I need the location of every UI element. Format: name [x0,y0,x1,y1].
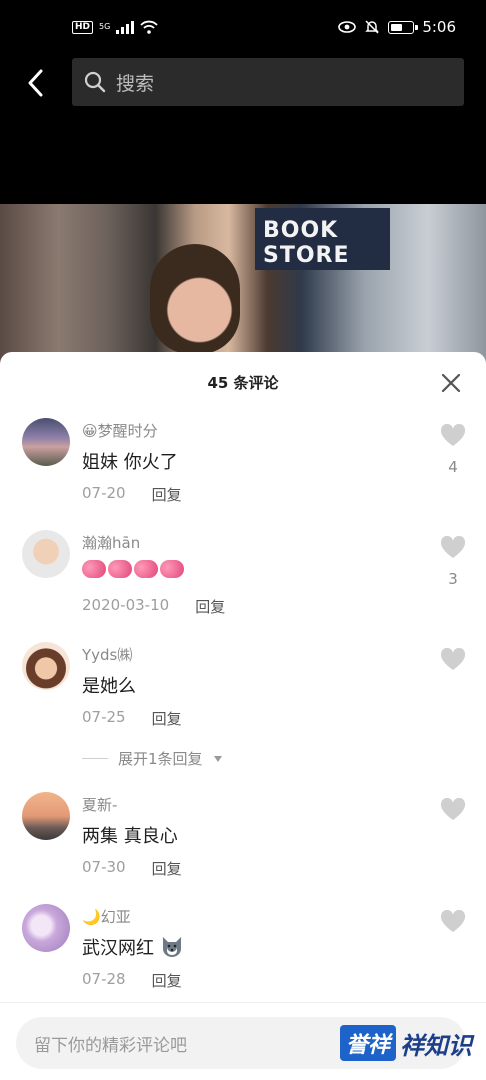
comment-item: 🌙幻亚 武汉网红 07-28 回复 [0,904,486,1014]
like-button[interactable] [440,909,466,938]
sheet-title: 45 条评论 [207,374,279,392]
comment-item: 😀梦醒时分 姐妹 你火了 07-20 回复 4 [0,418,486,528]
close-button[interactable] [438,370,464,396]
emoji-grin: 😀 [82,422,98,440]
avatar[interactable] [22,530,70,578]
like-count: 3 [448,570,458,588]
mute-bell-icon [365,20,380,34]
husky-emoji-icon [162,937,181,957]
like-button[interactable]: 3 [440,535,466,588]
emoji-666 [82,560,184,578]
top-bar: 搜索 [0,50,486,116]
search-input[interactable]: 搜索 [72,58,464,106]
heart-icon [440,797,466,820]
comment-text: 武汉网红 [82,934,184,960]
hd-badge: HD [72,20,94,34]
heart-icon [440,423,466,446]
comment-text [82,560,184,583]
divider [82,758,108,759]
caret-down-icon [213,755,222,762]
comment-input-placeholder: 留下你的精彩评论吧 [34,1035,187,1056]
reply-button[interactable]: 回复 [152,858,182,879]
expand-replies-button[interactable]: 展开1条回复 [82,748,223,769]
status-bar: HD 5G 5:06 [0,0,486,50]
comment-meta: 07-25 回复 [82,708,182,729]
comment-meta: 2020-03-10 回复 [82,596,225,617]
wifi-icon [140,20,158,34]
emoji-moon: 🌙 [82,908,101,926]
comment-text: 两集 真良心 [82,826,178,847]
close-icon [441,373,461,393]
like-count: 4 [448,458,458,476]
comment-username[interactable]: 瀚瀚hān [82,532,140,553]
shop-sign-image: BOOK STORE [255,208,390,270]
comment-date: 07-30 [82,858,126,876]
clock: 5:06 [422,18,456,36]
avatar[interactable] [22,642,70,690]
heart-icon [440,909,466,932]
username-text: 梦醒时分 [97,422,158,440]
avatar[interactable] [22,792,70,840]
reply-button[interactable]: 回复 [195,596,225,617]
bottom-bar: 留下你的精彩评论吧 誉祥 祥知识 [0,1002,486,1080]
status-left: HD 5G [72,20,158,34]
watermark-text: 祥知识 [400,1031,472,1060]
chevron-left-icon [28,69,43,97]
battery-icon [388,20,419,34]
comment-text: 姐妹 你火了 [82,452,178,473]
comment-item: 瀚瀚hān 2020-03-10 回复 3 [0,530,486,640]
heart-icon [440,535,466,558]
comment-username[interactable]: 😀梦醒时分 [82,420,158,441]
status-right: 5:06 [338,18,456,36]
like-button[interactable]: 4 [440,423,466,476]
comment-item: Yyds㈱ 是她么 07-25 回复 [0,642,486,752]
expand-label: 展开1条回复 [118,750,203,768]
comment-sheet: 45 条评论 😀梦醒时分 姐妹 你火了 07-20 回复 4 瀚瀚hān 202… [0,352,486,1080]
comment-date: 07-20 [82,484,126,502]
search-placeholder: 搜索 [116,72,155,95]
comment-item: 夏新- 两集 真良心 07-30 回复 [0,792,486,902]
back-button[interactable] [18,64,52,102]
heart-icon [440,647,466,670]
like-button[interactable] [440,797,466,826]
comment-meta: 07-30 回复 [82,858,182,879]
person-image [150,244,240,354]
eye-icon [338,21,357,33]
comment-text-body: 武汉网红 [82,938,154,959]
comment-text: 是她么 [82,676,136,697]
comment-date: 07-28 [82,970,126,988]
comment-meta: 07-20 回复 [82,484,182,505]
search-icon [84,71,106,93]
comment-username[interactable]: 夏新- [82,794,117,815]
shop-sign-text: BOOK STORE [263,218,350,268]
video-player[interactable]: BOOK STORE [0,116,486,380]
watermark-badge: 誉祥 [339,1025,396,1061]
comment-meta: 07-28 回复 [82,970,182,991]
comment-username[interactable]: 🌙幻亚 [82,906,131,927]
reply-button[interactable]: 回复 [152,708,182,729]
avatar[interactable] [22,904,70,952]
like-button[interactable] [440,647,466,676]
reply-button[interactable]: 回复 [152,970,182,991]
signal-icon [116,20,135,34]
reply-button[interactable]: 回复 [152,484,182,505]
username-text: 幻亚 [100,908,131,926]
network-type: 5G [99,22,111,31]
comment-date: 07-25 [82,708,126,726]
comment-date: 2020-03-10 [82,596,170,614]
watermark-logo: 誉祥 祥知识 [339,1017,472,1069]
avatar[interactable] [22,418,70,466]
comment-username[interactable]: Yyds㈱ [82,644,132,665]
